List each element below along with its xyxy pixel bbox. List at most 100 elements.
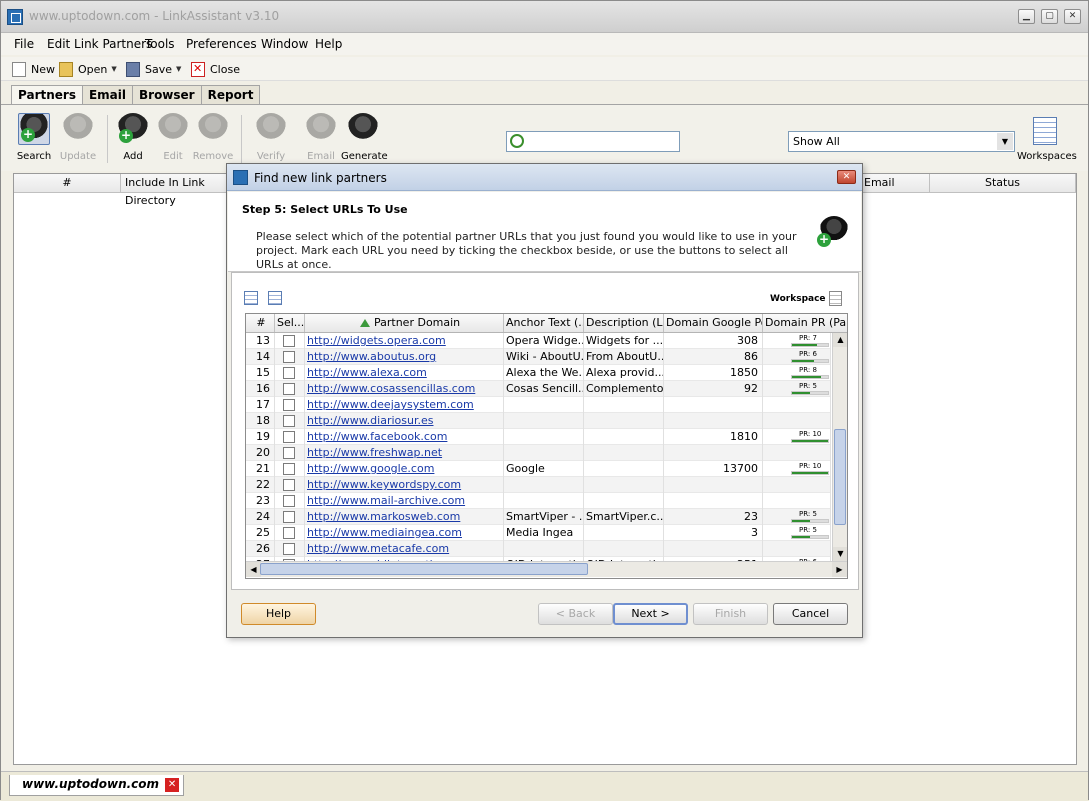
column-header-include[interactable]: Include In Link Directory — [121, 174, 241, 207]
horizontal-scrollbar[interactable]: ◀ ▶ — [246, 561, 847, 577]
table-row[interactable]: 26 http://www.metacafe.com — [246, 541, 831, 557]
table-row[interactable]: 19 http://www.facebook.com 1810 PR: 10 — [246, 429, 831, 445]
menu-tools[interactable]: Tools — [145, 37, 175, 51]
email-button[interactable]: Email — [299, 113, 343, 162]
close-tab-icon[interactable]: ✕ — [165, 778, 180, 792]
partner-domain-link[interactable]: http://www.keywordspy.com — [307, 478, 461, 491]
partner-domain-link[interactable]: http://www.mail-archive.com — [307, 494, 465, 507]
select-checkbox[interactable] — [283, 495, 295, 507]
table-row[interactable]: 16 http://www.cosassencillas.com Cosas Sen… — [246, 381, 831, 397]
save-button[interactable]: Save ▼ — [126, 60, 181, 78]
select-checkbox[interactable] — [283, 527, 295, 539]
generate-button[interactable]: Generate — [341, 113, 388, 162]
partner-domain-link[interactable]: http://www.metacafe.com — [307, 542, 449, 555]
menu-preferences[interactable]: Preferences — [186, 37, 257, 51]
column-header-email[interactable]: Email — [854, 174, 930, 193]
partner-domain-link[interactable]: http://www.google.com — [307, 462, 434, 475]
vertical-scrollbar[interactable]: ▲ ▼ — [832, 333, 847, 561]
select-checkbox[interactable] — [283, 415, 295, 427]
partner-domain-link[interactable]: http://www.freshwap.net — [307, 446, 442, 459]
minimize-button[interactable]: ▁ — [1018, 9, 1035, 24]
column-header-domain-pr[interactable]: Domain PR (Pa — [763, 314, 847, 332]
partner-domain-link[interactable]: http://www.markosweb.com — [307, 510, 460, 523]
select-checkbox[interactable] — [283, 511, 295, 523]
table-row[interactable]: 17 http://www.deejaysystem.com — [246, 397, 831, 413]
next-button[interactable]: Next > — [613, 603, 688, 625]
select-checkbox[interactable] — [283, 479, 295, 491]
table-row[interactable]: 22 http://www.keywordspy.com — [246, 477, 831, 493]
scroll-thumb[interactable] — [260, 563, 588, 575]
select-checkbox[interactable] — [283, 383, 295, 395]
tab-browser[interactable]: Browser — [132, 85, 202, 105]
column-header-anchor-text[interactable]: Anchor Text (... — [504, 314, 584, 332]
close-window-button[interactable]: ✕ — [1064, 9, 1081, 24]
table-row[interactable]: 21 http://www.google.com Google 13700 PR: 10 — [246, 461, 831, 477]
select-checkbox[interactable] — [283, 399, 295, 411]
filter-select[interactable]: Show All ▼ — [788, 131, 1015, 152]
tab-email[interactable]: Email — [81, 85, 133, 105]
select-checkbox[interactable] — [283, 335, 295, 347]
select-checkbox[interactable] — [283, 447, 295, 459]
chevron-down-icon[interactable]: ▼ — [997, 133, 1013, 150]
dialog-close-button[interactable]: ✕ — [837, 170, 856, 184]
workspaces-button[interactable]: Workspaces — [1017, 117, 1077, 162]
partner-domain-link[interactable]: http://www.mediaingea.com — [307, 526, 462, 539]
table-row[interactable]: 14 http://www.aboutus.org Wiki - AboutU...… — [246, 349, 831, 365]
edit-partner-button[interactable]: Edit — [151, 113, 195, 162]
table-row[interactable]: 13 http://widgets.opera.com Opera Widge...… — [246, 333, 831, 349]
close-button[interactable]: Close — [191, 60, 240, 78]
select-all-icon[interactable] — [244, 291, 258, 305]
remove-partner-button[interactable]: Remove — [191, 113, 235, 162]
back-button[interactable]: < Back — [538, 603, 613, 625]
tab-report[interactable]: Report — [200, 85, 261, 105]
chevron-down-icon[interactable]: ▼ — [111, 65, 116, 73]
search-input[interactable] — [506, 131, 680, 152]
table-row[interactable]: 24 http://www.markosweb.com SmartViper - .… — [246, 509, 831, 525]
scroll-thumb[interactable] — [834, 429, 846, 525]
update-button[interactable]: Update — [56, 113, 100, 162]
project-tab[interactable]: www.uptodown.com ✕ — [9, 775, 185, 796]
cancel-button[interactable]: Cancel — [773, 603, 848, 625]
partner-domain-link[interactable]: http://www.diariosur.es — [307, 414, 433, 427]
partner-domain-link[interactable]: http://www.deejaysystem.com — [307, 398, 474, 411]
scroll-down-icon[interactable]: ▼ — [833, 547, 847, 561]
tab-partners[interactable]: Partners — [11, 85, 83, 105]
table-row[interactable]: 23 http://www.mail-archive.com — [246, 493, 831, 509]
partner-domain-link[interactable]: http://www.cosassencillas.com — [307, 382, 475, 395]
partner-domain-link[interactable]: http://www.aboutus.org — [307, 350, 436, 363]
help-button[interactable]: Help — [241, 603, 316, 625]
table-row[interactable]: 20 http://www.freshwap.net — [246, 445, 831, 461]
menu-window[interactable]: Window — [261, 37, 308, 51]
chevron-down-icon[interactable]: ▼ — [176, 65, 181, 73]
select-checkbox[interactable] — [283, 431, 295, 443]
workspace-grid-icon[interactable] — [829, 291, 842, 306]
select-checkbox[interactable] — [283, 543, 295, 555]
table-row[interactable]: 25 http://www.mediaingea.com Media Ingea 3 P… — [246, 525, 831, 541]
scroll-right-icon[interactable]: ▶ — [832, 562, 847, 577]
maximize-button[interactable]: ▢ — [1041, 9, 1058, 24]
search-partners-button[interactable]: + Search — [12, 113, 56, 162]
select-checkbox[interactable] — [283, 463, 295, 475]
finish-button[interactable]: Finish — [693, 603, 768, 625]
menu-help[interactable]: Help — [315, 37, 342, 51]
select-checkbox[interactable] — [283, 351, 295, 363]
select-checkbox[interactable] — [283, 367, 295, 379]
open-button[interactable]: Open ▼ — [59, 60, 117, 78]
new-button[interactable]: New — [12, 60, 55, 78]
deselect-all-icon[interactable] — [268, 291, 282, 305]
column-header-google-pop[interactable]: Domain Google Po... — [664, 314, 763, 332]
table-row[interactable]: 18 http://www.diariosur.es — [246, 413, 831, 429]
scroll-left-icon[interactable]: ◀ — [246, 562, 261, 577]
table-row[interactable]: 15 http://www.alexa.com Alexa the We... Ale… — [246, 365, 831, 381]
column-header-select[interactable]: Sel... — [275, 314, 305, 332]
scroll-up-icon[interactable]: ▲ — [833, 333, 847, 347]
column-header-partner-domain[interactable]: Partner Domain — [305, 314, 504, 332]
menu-edit-link-partners[interactable]: Edit Link Partners — [47, 37, 152, 51]
column-header-status[interactable]: Status — [930, 174, 1076, 193]
partner-domain-link[interactable]: http://www.facebook.com — [307, 430, 447, 443]
menu-file[interactable]: File — [14, 37, 34, 51]
verify-button[interactable]: Verify — [249, 113, 293, 162]
partner-domain-link[interactable]: http://www.alexa.com — [307, 366, 427, 379]
column-header-number[interactable]: # — [246, 314, 275, 332]
partner-domain-link[interactable]: http://widgets.opera.com — [307, 334, 446, 347]
